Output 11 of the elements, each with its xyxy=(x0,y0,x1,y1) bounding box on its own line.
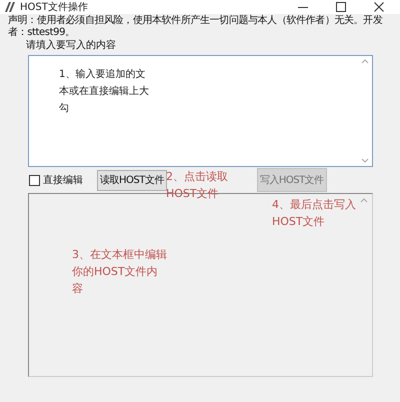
close-icon[interactable] xyxy=(374,2,384,12)
prompt-label: 请填入要写入的内容 xyxy=(26,40,117,52)
read-file-button[interactable]: 读取HOST文件 xyxy=(97,170,167,190)
checkbox[interactable] xyxy=(29,174,40,186)
checkbox-label[interactable]: 直接编辑 xyxy=(43,173,83,187)
maximize-icon[interactable] xyxy=(336,2,346,12)
window-title: HOST文件操作 xyxy=(20,0,88,14)
app-icon xyxy=(4,1,16,13)
disclaimer-text: 声明：使用者必须自担风险，使用本软件所产生一切问题与本人（软件作者）无关。开发者：sttest99。 xyxy=(8,15,384,39)
annotation-text: 3、在文本框中编辑你的HOST文件内容 xyxy=(72,247,168,297)
annotation-text: 4、最后点击写入HOST文件 xyxy=(272,197,356,230)
